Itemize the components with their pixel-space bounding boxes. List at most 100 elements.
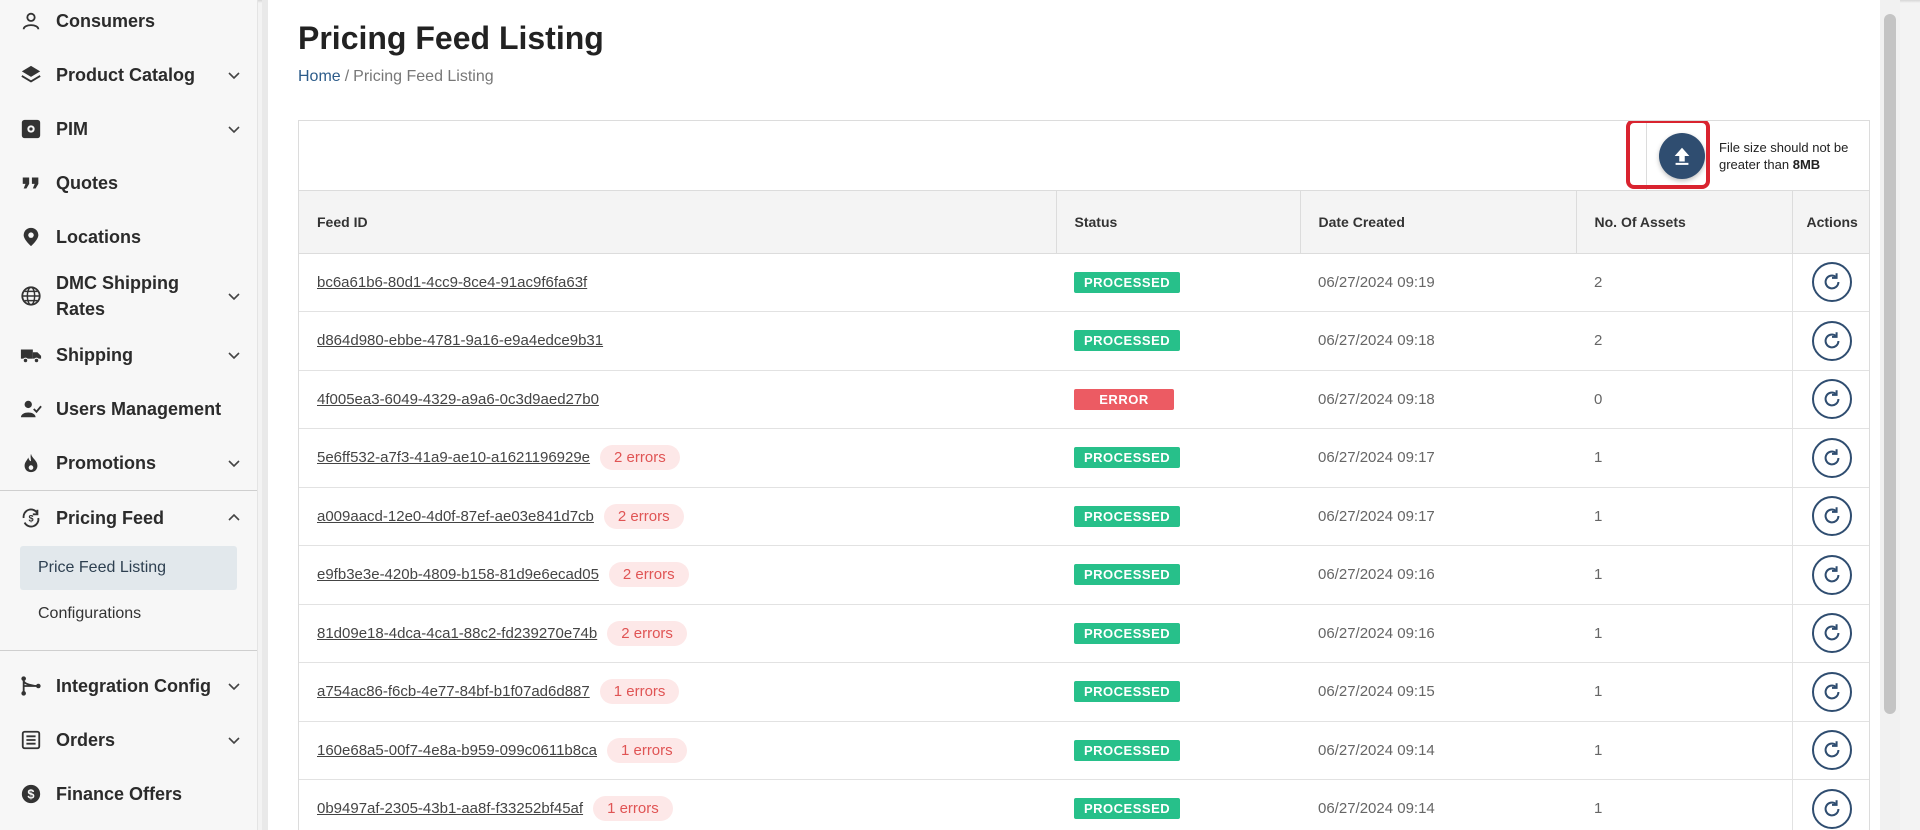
feed-id-cell: a009aacd-12e0-4d0f-87ef-ae03e841d7cb 2 er… bbox=[299, 487, 1056, 546]
refresh-button[interactable] bbox=[1811, 379, 1852, 420]
branch-icon bbox=[20, 675, 42, 697]
status-badge: ERROR bbox=[1074, 388, 1174, 410]
actions-cell bbox=[1791, 721, 1869, 780]
refresh-button[interactable] bbox=[1811, 496, 1852, 537]
refresh-button[interactable] bbox=[1811, 613, 1852, 654]
sidebar-item-label: Orders bbox=[56, 730, 116, 750]
svg-text:$: $ bbox=[27, 787, 34, 802]
error-count-badge[interactable]: 2 errors bbox=[603, 503, 684, 529]
sidebar-item-pricing-feed[interactable]: $ Pricing Feed bbox=[0, 490, 257, 544]
actions-cell bbox=[1791, 487, 1869, 546]
table-row: 81d09e18-4dca-4ca1-88c2-fd239270e74b 2 er… bbox=[299, 604, 1869, 663]
sidebar-open-section: $ Pricing Feed Price Feed Listing Configura… bbox=[0, 490, 257, 651]
feed-id-link[interactable]: 81d09e18-4dca-4ca1-88c2-fd239270e74b bbox=[317, 625, 597, 642]
breadcrumb-home-link[interactable]: Home bbox=[298, 68, 341, 86]
sidebar-item-pim[interactable]: PIM bbox=[0, 102, 257, 156]
status-badge: PROCESSED bbox=[1074, 271, 1181, 293]
table-row: 0b9497af-2305-43b1-aa8f-f33252bf45af 1 er… bbox=[299, 779, 1869, 830]
feed-id-link[interactable]: 160e68a5-00f7-4e8a-b959-099c0611b8ca bbox=[317, 742, 597, 759]
table-row: 4f005ea3-6049-4329-a9a6-0c3d9aed27b0 ERRO… bbox=[299, 370, 1869, 429]
sidebar-item-label: DMC Shipping Rates bbox=[56, 273, 179, 319]
main-scrollbar-thumb[interactable] bbox=[1884, 14, 1896, 714]
feed-id-link[interactable]: 4f005ea3-6049-4329-a9a6-0c3d9aed27b0 bbox=[317, 391, 599, 408]
refresh-button[interactable] bbox=[1811, 437, 1852, 478]
error-count-badge[interactable]: 1 errors bbox=[599, 679, 680, 705]
sidebar-item-orders[interactable]: Orders bbox=[0, 713, 257, 767]
column-header-feed-id: Feed ID bbox=[299, 191, 1057, 254]
refresh-button[interactable] bbox=[1811, 320, 1852, 361]
chevron-down-icon[interactable] bbox=[227, 68, 241, 82]
list-icon bbox=[20, 729, 42, 751]
date-created-cell: 06/27/2024 09:17 bbox=[1300, 428, 1576, 488]
sidebar-item-integration-config[interactable]: Integration Config bbox=[0, 659, 257, 713]
feed-listing-panel: File size should not be greater than 8MB… bbox=[298, 120, 1870, 830]
svg-text:$: $ bbox=[28, 513, 33, 523]
sidebar-item-product-catalog[interactable]: Product Catalog bbox=[0, 48, 257, 102]
refresh-button[interactable] bbox=[1811, 730, 1852, 771]
actions-cell bbox=[1791, 370, 1869, 429]
date-created-cell: 06/27/2024 09:14 bbox=[1300, 779, 1576, 830]
error-count-badge[interactable]: 2 errors bbox=[600, 445, 680, 471]
feed-id-cell: a754ac86-f6cb-4e77-84bf-b1f07ad6d887 1 er… bbox=[299, 662, 1056, 722]
chevron-down-icon[interactable] bbox=[227, 122, 241, 136]
table-row: e9fb3e3e-420b-4809-b158-81d9e6ecad05 2 er… bbox=[299, 545, 1869, 605]
refresh-button[interactable] bbox=[1811, 262, 1852, 303]
feed-id-link[interactable]: a009aacd-12e0-4d0f-87ef-ae03e841d7cb bbox=[317, 508, 594, 525]
feed-id-cell: bc6a61b6-80d1-4cc9-8ce4-91ac9f6fa63f bbox=[299, 253, 1056, 312]
feed-id-link[interactable]: 0b9497af-2305-43b1-aa8f-f33252bf45af bbox=[317, 800, 583, 817]
refresh-button[interactable] bbox=[1811, 788, 1852, 829]
sidebar-subitem-configurations[interactable]: Configurations bbox=[20, 592, 237, 636]
date-created-cell: 06/27/2024 09:15 bbox=[1300, 662, 1576, 722]
sidebar-item-finance-offers[interactable]: $ Finance Offers bbox=[0, 767, 257, 821]
chevron-down-icon[interactable] bbox=[227, 733, 241, 747]
sidebar-item-promotions[interactable]: Promotions bbox=[0, 436, 257, 490]
date-created-cell: 06/27/2024 09:18 bbox=[1300, 370, 1576, 429]
sidebar-item-users-management[interactable]: Users Management bbox=[0, 382, 257, 436]
actions-cell bbox=[1791, 253, 1869, 312]
error-count-badge[interactable]: 1 errors bbox=[593, 796, 673, 822]
date-created-cell: 06/27/2024 09:18 bbox=[1300, 311, 1576, 371]
status-cell: PROCESSED bbox=[1056, 662, 1300, 722]
flame-icon bbox=[20, 452, 42, 474]
main-scrollbar[interactable] bbox=[1880, 0, 1900, 830]
chevron-up-icon[interactable] bbox=[227, 511, 241, 525]
actions-cell bbox=[1791, 779, 1869, 830]
gear-box-icon bbox=[20, 118, 42, 140]
feed-id-link[interactable]: a754ac86-f6cb-4e77-84bf-b1f07ad6d887 bbox=[317, 683, 590, 700]
asset-count-cell: 1 bbox=[1576, 545, 1792, 605]
feed-id-cell: d864d980-ebbe-4781-9a16-e9a4edce9b31 bbox=[299, 311, 1056, 371]
sidebar-item-shipping[interactable]: Shipping bbox=[0, 328, 257, 382]
chevron-down-icon[interactable] bbox=[227, 348, 241, 362]
feed-id-link[interactable]: 5e6ff532-a7f3-41a9-ae10-a1621196929e bbox=[317, 449, 590, 466]
sidebar-subitem-price-feed-listing[interactable]: Price Feed Listing bbox=[20, 546, 237, 590]
status-badge: PROCESSED bbox=[1074, 681, 1181, 703]
sidebar-item-consumers[interactable]: Consumers bbox=[0, 0, 257, 48]
feed-id-link[interactable]: e9fb3e3e-420b-4809-b158-81d9e6ecad05 bbox=[317, 566, 599, 583]
refresh-icon bbox=[1821, 330, 1843, 352]
error-count-badge[interactable]: 1 errors bbox=[606, 737, 687, 763]
feed-id-link[interactable]: d864d980-ebbe-4781-9a16-e9a4edce9b31 bbox=[317, 332, 603, 349]
sidebar-item-label: PIM bbox=[56, 119, 89, 139]
asset-count-cell: 1 bbox=[1576, 604, 1792, 663]
sidebar-item-dmc-shipping-rates[interactable]: DMC Shipping Rates bbox=[0, 264, 257, 328]
error-count-badge[interactable]: 2 errors bbox=[607, 620, 687, 646]
refresh-button[interactable] bbox=[1811, 671, 1852, 712]
upload-button[interactable] bbox=[1659, 132, 1705, 179]
refresh-button[interactable] bbox=[1811, 554, 1852, 595]
status-cell: ERROR bbox=[1056, 370, 1300, 429]
status-badge: PROCESSED bbox=[1074, 505, 1181, 527]
status-cell: PROCESSED bbox=[1056, 487, 1300, 546]
refresh-icon bbox=[1821, 622, 1843, 644]
feed-id-link[interactable]: bc6a61b6-80d1-4cc9-8ce4-91ac9f6fa63f bbox=[317, 274, 587, 291]
sidebar-item-quotes[interactable]: Quotes bbox=[0, 156, 257, 210]
chevron-down-icon[interactable] bbox=[227, 456, 241, 470]
chevron-down-icon[interactable] bbox=[227, 289, 241, 303]
chevron-down-icon[interactable] bbox=[227, 679, 241, 693]
asset-count-cell: 2 bbox=[1576, 253, 1792, 312]
sidebar-item-label: Promotions bbox=[56, 453, 157, 473]
error-count-badge[interactable]: 2 errors bbox=[608, 562, 689, 588]
sidebar-item-locations[interactable]: Locations bbox=[0, 210, 257, 264]
sidebar-item-label: Product Catalog bbox=[56, 65, 196, 85]
upload-note-size: 8MB bbox=[1792, 156, 1821, 172]
column-header-date-created: Date Created bbox=[1300, 191, 1577, 254]
